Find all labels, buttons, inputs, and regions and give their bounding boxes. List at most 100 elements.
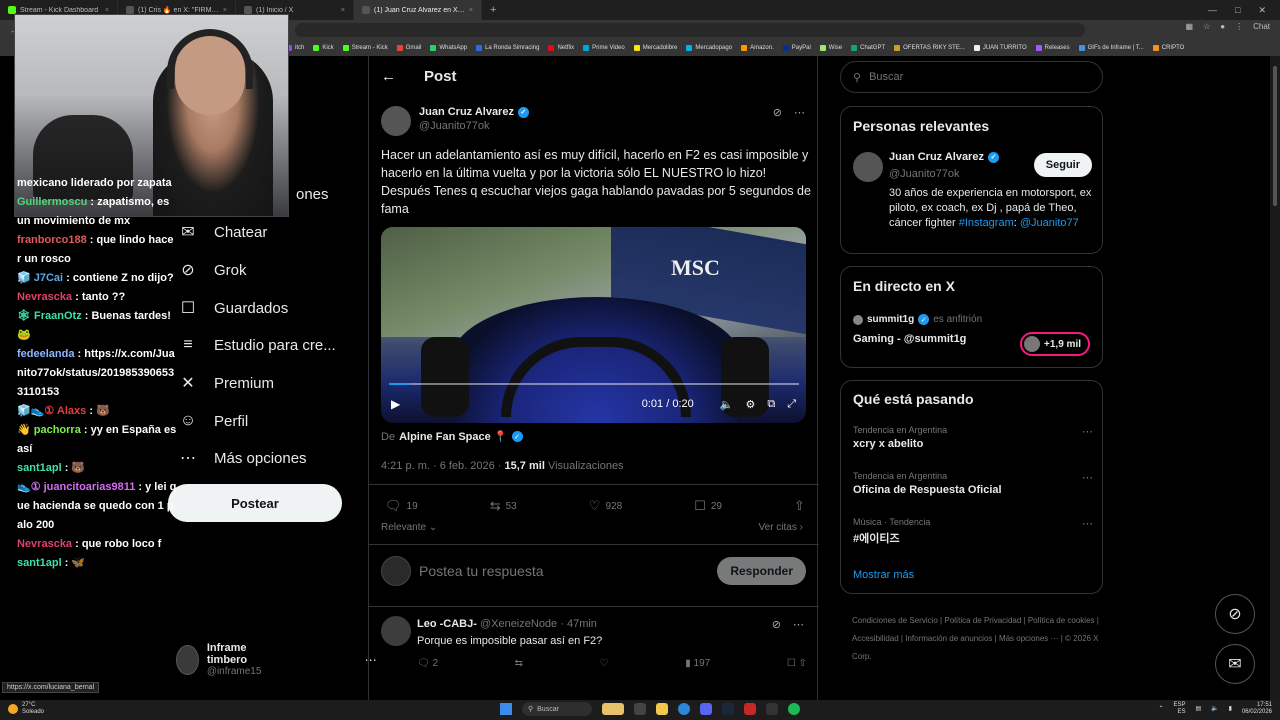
scrollbar[interactable] [1270,56,1280,700]
more-icon[interactable]: ⋯ [794,106,805,119]
more-icon[interactable]: ⋯ [793,618,804,631]
language-indicator[interactable]: ESP ES [1173,702,1185,716]
repost-button[interactable]: ⇆ 53 [490,498,517,514]
spotify-icon[interactable] [788,703,800,715]
show-more-link[interactable]: Mostrar más [853,569,914,581]
chat-username[interactable]: 👋 pachorra [17,424,81,436]
quotes-link[interactable]: Ver citas › [759,522,803,533]
more-icon[interactable]: ⋯ [1082,517,1093,530]
chat-username[interactable]: Guillermoscu [17,196,87,208]
reply-input[interactable]: Postea tu respuesta [419,563,544,579]
volume-icon[interactable]: 🔈 [720,398,734,411]
post-author[interactable]: Juan Cruz Alvarez ✓ @Juanito77ok [381,106,529,136]
chat-username[interactable]: 🕸 FraanOtz [17,310,82,322]
nav-item-perfil[interactable]: ☺ Perfil [178,411,248,431]
chat-username[interactable]: Nevrascka [17,538,72,550]
fullscreen-icon[interactable]: ⤢ [787,398,796,411]
menu-icon[interactable]: ⋮ [1235,22,1243,31]
avatar[interactable] [381,616,411,646]
grok-icon[interactable]: ⊘ [772,618,781,631]
like-button[interactable]: ♡ 928 [589,498,622,514]
url-input[interactable] [295,23,1085,37]
footer-link[interactable]: Política de cookies [1028,616,1095,625]
reply-button[interactable]: 🗨 2 [417,658,438,669]
search-input[interactable]: ⚲ Buscar [840,61,1103,93]
chat-username[interactable]: 🧊 J7Cai [17,272,63,284]
grok-icon[interactable]: ⊘ [773,106,782,119]
bookmark-item[interactable]: CRIPTO [1152,45,1184,51]
bio-hashtag[interactable]: #Instagram [959,217,1014,229]
author-name[interactable]: Juan Cruz Alvarez ✓ [419,106,529,118]
chat-username[interactable]: fedeelanda [17,348,74,360]
discord-icon[interactable] [700,703,712,715]
reply-submit-button[interactable]: Responder [717,557,806,585]
trend-item[interactable]: Tendencia en Argentina Oficina de Respues… [853,471,1093,496]
bookmark-item[interactable]: JUAN TURRITO [973,45,1027,51]
bookmark-item[interactable]: Prime Video [583,45,625,51]
views-button[interactable]: ▮ 197 [685,658,710,669]
edge-icon[interactable] [678,703,690,715]
extensions-icon[interactable]: ▦ [1186,22,1194,31]
task-view-icon[interactable] [634,703,646,715]
messages-fab[interactable]: ✉ [1215,644,1255,684]
like-button[interactable]: ♡ [600,658,609,669]
back-arrow-icon[interactable]: ← [381,68,396,85]
close-window-icon[interactable]: ✕ [1258,5,1266,16]
share-icon[interactable]: ⇧ [799,658,807,669]
chat-username[interactable]: 🧊👟① Alaxs [17,405,86,417]
post-timestamp[interactable]: 4:21 p. m. · 6 feb. 2026 · [381,460,505,472]
reply-author-name[interactable]: Leo -CABJ- [417,618,477,630]
listeners-pill[interactable]: +1,9 mil [1020,332,1090,356]
avatar[interactable] [381,106,411,136]
trend-item[interactable]: Música · Tendencia #에이티즈 ⋯ [853,517,1093,546]
nav-item-grok[interactable]: ⊘ Grok [178,260,246,280]
bookmark-item[interactable]: Gmail [396,45,421,51]
grok-fab[interactable]: ⊘ [1215,594,1255,634]
close-tab-icon[interactable]: × [341,7,345,14]
bookmark-item[interactable]: OFERTAS RIKY STE... [894,45,965,51]
account-switcher[interactable]: Inframe timbero @inframe15 ⋯ [176,642,377,677]
browser-tab[interactable]: (1) Juan Cruz Alvarez en X: "Hacer × [354,0,482,20]
video-player[interactable]: MSC ▶ 0:01 / 0:20 🔈 ⚙ ⧉ ⤢ [381,227,806,423]
bookmark-item[interactable]: Amazon. [741,45,774,51]
bookmark-button[interactable]: ☐ 29 [694,498,722,514]
clock[interactable]: 17:51 06/02/2026 [1242,702,1272,716]
live-host[interactable]: summit1g ✓ es anfitrión [853,314,982,325]
nav-item-chatear[interactable]: ✉ Chatear [178,222,267,242]
steam-icon[interactable] [722,703,734,715]
person-name[interactable]: Juan Cruz Alvarez ✓ [889,151,999,163]
video-progress-bar[interactable] [389,383,799,385]
file-explorer-icon[interactable] [656,703,668,715]
follow-button[interactable]: Seguir [1033,153,1092,177]
bookmark-item[interactable]: Kick [313,45,334,51]
pip-icon[interactable]: ⧉ [767,398,775,411]
weather-widget[interactable]: 27°C Soleado [8,702,44,716]
share-button[interactable]: ⇧ [794,498,805,514]
chat-username[interactable]: 👟① juancitoarias9811 [17,481,135,493]
footer-link[interactable]: Política de Privacidad [944,616,1021,625]
sort-dropdown[interactable]: Relevante ⌄ [381,522,437,533]
chat-username[interactable]: franborco188 [17,234,87,246]
bookmark-item[interactable]: Wise [819,45,842,51]
bookmark-item[interactable]: Mercadolibre [633,45,677,51]
chat-username[interactable]: sant1apl [17,557,62,569]
nav-item-más[interactable]: ⋯ Más opciones [178,448,307,468]
bio-link[interactable]: @Juanito77 [1020,217,1079,229]
trend-item[interactable]: Tendencia en Argentina xcry x abelito ⋯ [853,425,1093,450]
scrollbar-thumb[interactable] [1273,66,1277,206]
close-tab-icon[interactable]: × [105,7,109,14]
windows-start-icon[interactable] [500,703,512,715]
minimize-icon[interactable]: — [1208,5,1217,16]
chat-username[interactable]: sant1apl [17,462,62,474]
close-tab-icon[interactable]: × [223,7,227,14]
widget-icon[interactable] [602,703,624,715]
more-icon[interactable]: ⋯ [1082,471,1093,484]
bookmark-item[interactable]: GIFs de Inframe | T... [1078,45,1144,51]
settings-icon[interactable]: ⚙ [745,398,755,411]
app-icon[interactable] [744,703,756,715]
star-icon[interactable]: ☆ [1203,22,1210,31]
nav-item-estudio[interactable]: ≡ Estudio para cre... [178,335,335,355]
footer-link[interactable]: Información de anuncios [905,634,992,643]
chat-button[interactable]: Chat [1253,22,1270,31]
nav-item-guardados[interactable]: ☐ Guardados [178,298,288,318]
